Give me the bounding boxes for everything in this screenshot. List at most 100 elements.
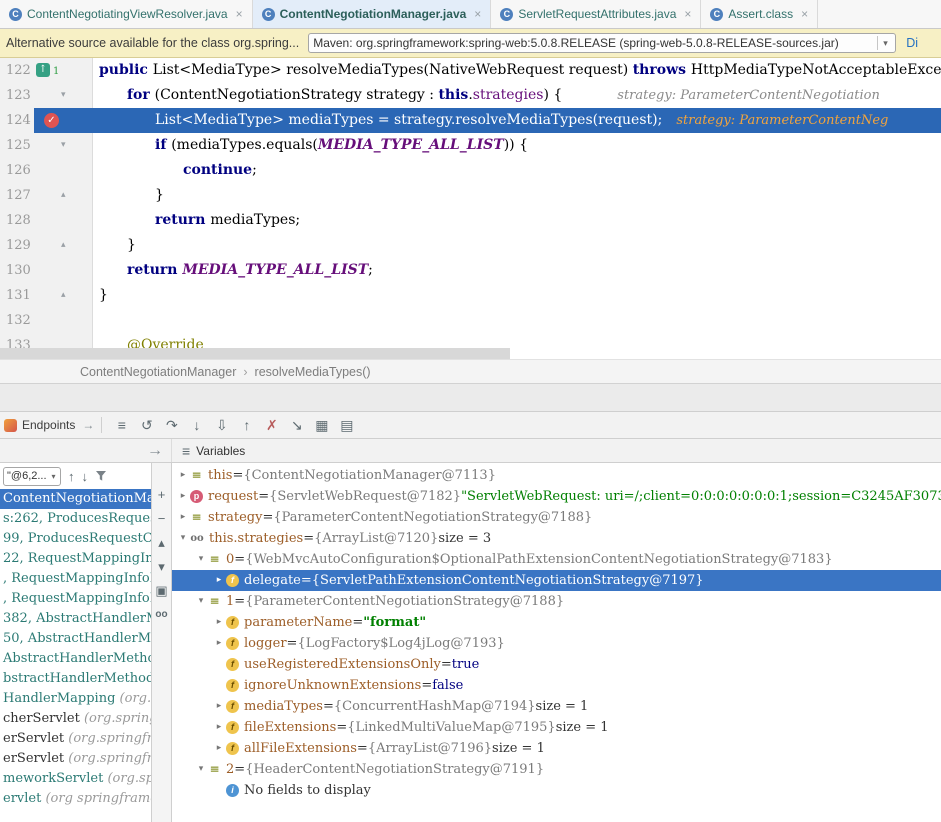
- stack-frame-item[interactable]: HandlerMapping (org.sp: [0, 689, 151, 709]
- gutter[interactable]: 128: [0, 208, 93, 233]
- gutter[interactable]: 129▴: [0, 233, 93, 258]
- override-marker-icon[interactable]: ↑: [36, 63, 50, 77]
- copy-stack-icon[interactable]: ▣: [155, 583, 167, 598]
- gutter[interactable]: 131▴: [0, 283, 93, 308]
- gutter[interactable]: 123▾: [0, 83, 93, 108]
- stack-frame-item[interactable]: erServlet (org.springframe: [0, 749, 151, 769]
- step-out-icon[interactable]: ↑: [238, 417, 255, 433]
- variable-row[interactable]: ▾≡1 = {ParameterContentNegotiationStrate…: [172, 591, 941, 612]
- stack-frame-item[interactable]: AbstractHandlerMethodM: [0, 649, 151, 669]
- gutter[interactable]: 125▾: [0, 133, 93, 158]
- tree-chevron-icon[interactable]: ▸: [212, 696, 226, 717]
- pin-arrow-icon[interactable]: →: [147, 442, 163, 460]
- force-step-into-icon[interactable]: ⇩: [213, 417, 230, 434]
- tree-chevron-icon[interactable]: ▸: [176, 507, 190, 528]
- stack-frame-item[interactable]: ContentNegotiationMana: [0, 489, 151, 509]
- filter-icon[interactable]: [95, 470, 107, 482]
- close-tab-icon[interactable]: ×: [474, 7, 481, 21]
- tree-chevron-icon[interactable]: ▾: [194, 759, 208, 780]
- tree-chevron-icon[interactable]: ▸: [212, 570, 226, 591]
- close-tab-icon[interactable]: ×: [684, 7, 691, 21]
- variable-row[interactable]: ▸prequest = {ServletWebRequest@7182} "Se…: [172, 486, 941, 507]
- alternative-source-select[interactable]: Maven: org.springframework:spring-web:5.…: [308, 33, 896, 53]
- stack-frame-item[interactable]: cherServlet (org.springfra: [0, 709, 151, 729]
- stack-frame-item[interactable]: 22, RequestMappingInfo: [0, 549, 151, 569]
- tab-3[interactable]: CServletRequestAttributes.java×: [491, 0, 701, 28]
- fold-marker-icon[interactable]: ▴: [61, 233, 66, 258]
- disable-link[interactable]: Di: [906, 36, 918, 50]
- close-tab-icon[interactable]: ×: [801, 7, 808, 21]
- tree-chevron-icon[interactable]: ▸: [176, 486, 190, 507]
- step-over-icon[interactable]: ↷: [163, 417, 180, 434]
- add-watch-icon[interactable]: +: [158, 487, 166, 502]
- variable-row[interactable]: ▾≡0 = {WebMvcAutoConfiguration$OptionalP…: [172, 549, 941, 570]
- variables-tab[interactable]: Variables: [196, 444, 245, 458]
- remove-watch-icon[interactable]: −: [158, 511, 166, 526]
- tree-chevron-icon[interactable]: ▾: [194, 591, 208, 612]
- stack-frame-item[interactable]: , RequestMappingInfoHa: [0, 589, 151, 609]
- next-frame-icon[interactable]: ↓: [82, 469, 89, 484]
- stack-frame-item[interactable]: ervlet (org springframewo: [0, 789, 151, 809]
- layout-settings-icon[interactable]: ▤: [338, 417, 355, 434]
- variable-row[interactable]: ▾oothis.strategies = {ArrayList@7120} si…: [172, 528, 941, 549]
- variable-row[interactable]: iNo fields to display: [172, 780, 941, 801]
- gutter[interactable]: 130: [0, 258, 93, 283]
- step-into-icon[interactable]: ↓: [188, 417, 205, 433]
- gutter[interactable]: 126: [0, 158, 93, 183]
- breakpoint-icon[interactable]: ✓: [44, 113, 59, 128]
- variable-row[interactable]: fuseRegisteredExtensionsOnly = true: [172, 654, 941, 675]
- scroll-up-icon[interactable]: ▴: [158, 535, 165, 550]
- scroll-down-icon[interactable]: ▾: [158, 559, 165, 574]
- gutter[interactable]: 132: [0, 308, 93, 333]
- tab-2[interactable]: CContentNegotiationManager.java×: [253, 0, 492, 28]
- fold-marker-icon[interactable]: ▾: [61, 133, 66, 158]
- drop-frame-icon[interactable]: ✗: [263, 417, 280, 434]
- breadcrumb-method[interactable]: resolveMediaTypes(): [255, 365, 371, 379]
- fold-marker-icon[interactable]: ▴: [61, 283, 66, 308]
- previous-frame-icon[interactable]: ↑: [68, 469, 75, 484]
- tree-chevron-icon[interactable]: ▸: [212, 717, 226, 738]
- stack-frame-item[interactable]: erServlet (org.springfram: [0, 729, 151, 749]
- variable-row[interactable]: ▸fparameterName = "format": [172, 612, 941, 633]
- stack-frame-item[interactable]: s:262, ProducesRequestCo: [0, 509, 151, 529]
- thread-select[interactable]: "@6,2... ▾: [3, 467, 61, 486]
- stack-frame-item[interactable]: 99, ProducesRequestCond: [0, 529, 151, 549]
- variable-row[interactable]: fignoreUnknownExtensions = false: [172, 675, 941, 696]
- tree-chevron-icon[interactable]: ▸: [212, 738, 226, 759]
- gutter[interactable]: 124✓: [0, 108, 93, 133]
- fold-marker-icon[interactable]: ▴: [61, 183, 66, 208]
- stack-frame-item[interactable]: , RequestMappingInfoHa: [0, 569, 151, 589]
- stack-frame-item[interactable]: bstractHandlerMethodMa: [0, 669, 151, 689]
- endpoints-tab[interactable]: Endpoints: [22, 418, 75, 432]
- tree-chevron-icon[interactable]: ▸: [176, 465, 190, 486]
- fold-marker-icon[interactable]: ▾: [61, 83, 66, 108]
- gutter[interactable]: 127▴: [0, 183, 93, 208]
- menu-icon[interactable]: ≡: [182, 443, 190, 459]
- gutter[interactable]: 122↑1: [0, 58, 93, 83]
- variable-row[interactable]: ▸≡strategy = {ParameterContentNegotiatio…: [172, 507, 941, 528]
- stack-frame-item[interactable]: 50, AbstractHandlerMetho: [0, 629, 151, 649]
- stack-frame-item[interactable]: meworkServlet (org.sprin: [0, 769, 151, 789]
- close-tab-icon[interactable]: ×: [236, 7, 243, 21]
- variable-row[interactable]: ▸flogger = {LogFactory$Log4jLog@7193}: [172, 633, 941, 654]
- variable-row[interactable]: ▸ffileExtensions = {LinkedMultiValueMap@…: [172, 717, 941, 738]
- breadcrumb-class[interactable]: ContentNegotiationManager: [80, 365, 236, 379]
- run-to-cursor-icon[interactable]: ↘: [288, 417, 305, 434]
- tree-chevron-icon[interactable]: ▸: [212, 633, 226, 654]
- tree-chevron-icon[interactable]: ▾: [176, 528, 190, 549]
- evaluate-expression-icon[interactable]: ▦: [313, 417, 330, 434]
- tree-chevron-icon[interactable]: ▸: [212, 612, 226, 633]
- tree-chevron-icon[interactable]: ▾: [194, 549, 208, 570]
- variable-row[interactable]: ▾≡2 = {HeaderContentNegotiationStrategy@…: [172, 759, 941, 780]
- show-execution-point-icon[interactable]: ↺: [138, 417, 155, 434]
- variable-row[interactable]: ▸fdelegate = {ServletPathExtensionConten…: [172, 570, 941, 591]
- show-watches-icon[interactable]: oo: [155, 607, 167, 622]
- navigate-arrow-icon[interactable]: →: [82, 418, 94, 432]
- tab-1[interactable]: CContentNegotiatingViewResolver.java×: [0, 0, 253, 28]
- menu-icon[interactable]: ≡: [113, 417, 130, 433]
- variable-row[interactable]: ▸fallFileExtensions = {ArrayList@7196} s…: [172, 738, 941, 759]
- tab-4[interactable]: CAssert.class×: [701, 0, 818, 28]
- variable-row[interactable]: ▸fmediaTypes = {ConcurrentHashMap@7194} …: [172, 696, 941, 717]
- variable-row[interactable]: ▸≡this = {ContentNegotiationManager@7113…: [172, 465, 941, 486]
- stack-frame-item[interactable]: 382, AbstractHandlerMeth: [0, 609, 151, 629]
